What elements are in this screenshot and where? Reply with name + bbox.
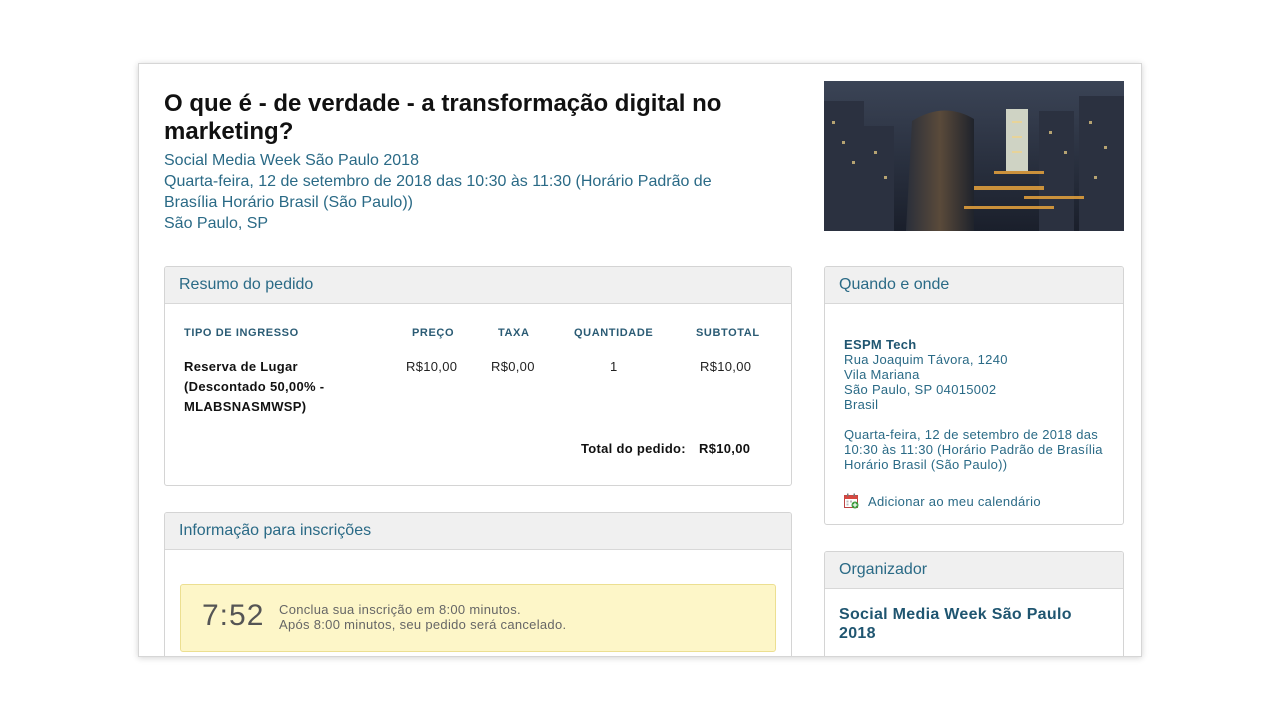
event-details: Social Media Week São Paulo 2018 Quarta-…: [164, 150, 724, 234]
column-ticket-type: TIPO DE INGRESSO: [184, 327, 299, 339]
event-title: O que é - de verdade - a transformação d…: [164, 90, 722, 145]
venue-datetime: Quarta-feira, 12 de setembro de 2018 das…: [844, 427, 1103, 472]
checkout-modal: O que é - de verdade - a transformação d…: [138, 63, 1142, 657]
order-summary-heading: Resumo do pedido: [165, 267, 791, 304]
venue-address-line2: Vila Mariana: [844, 367, 920, 382]
ticket-price: R$10,00: [406, 359, 458, 374]
venue-address-line3: São Paulo, SP 04015002: [844, 382, 997, 397]
ticket-fee: R$0,00: [491, 359, 535, 374]
registration-info-heading: Informação para inscrições: [165, 513, 791, 550]
event-location: São Paulo, SP: [164, 215, 269, 232]
venue-details: ESPM Tech Rua Joaquim Távora, 1240 Vila …: [844, 337, 1114, 472]
when-where-panel: Quando e onde ESPM Tech Rua Joaquim Távo…: [824, 266, 1124, 525]
event-image: [824, 81, 1124, 231]
column-fee: TAXA: [498, 327, 530, 339]
ticket-quantity: 1: [610, 359, 618, 374]
column-subtotal: SUBTOTAL: [696, 327, 760, 339]
venue-address-line1: Rua Joaquim Távora, 1240: [844, 352, 1008, 367]
order-total-label: Total do pedido:: [581, 441, 686, 456]
countdown-notice: 7:52 Conclua sua inscrição em 8:00 minut…: [180, 584, 776, 652]
countdown-message-line1: Conclua sua inscrição em 8:00 minutos.: [279, 602, 521, 617]
countdown-timer: 7:52: [202, 599, 265, 632]
organizer-name[interactable]: Social Media Week São Paulo 2018: [839, 605, 1109, 643]
add-to-calendar-link[interactable]: Adicionar ao meu calendário: [844, 493, 1041, 509]
event-series: Social Media Week São Paulo 2018: [164, 152, 419, 169]
calendar-add-icon: [844, 493, 859, 509]
event-datetime: Quarta-feira, 12 de setembro de 2018 das…: [164, 173, 712, 211]
column-quantity: QUANTIDADE: [574, 327, 654, 339]
ticket-subtotal: R$10,00: [700, 359, 752, 374]
countdown-message: Conclua sua inscrição em 8:00 minutos. A…: [279, 602, 566, 632]
order-total-value: R$10,00: [699, 441, 751, 456]
venue-country: Brasil: [844, 397, 879, 412]
organizer-panel: Organizador Social Media Week São Paulo …: [824, 551, 1124, 656]
registration-info-panel: Informação para inscrições 7:52 Conclua …: [164, 512, 792, 656]
add-to-calendar-label: Adicionar ao meu calendário: [868, 493, 1041, 509]
when-where-heading: Quando e onde: [825, 267, 1123, 304]
column-price: PREÇO: [412, 327, 455, 339]
order-summary-panel: Resumo do pedido TIPO DE INGRESSO PREÇO …: [164, 266, 792, 486]
ticket-type: Reserva de Lugar (Descontado 50,00% - ML…: [184, 359, 325, 414]
venue-name: ESPM Tech: [844, 337, 917, 352]
organizer-heading: Organizador: [825, 552, 1123, 589]
countdown-message-line2: Após 8:00 minutos, seu pedido será cance…: [279, 617, 567, 632]
